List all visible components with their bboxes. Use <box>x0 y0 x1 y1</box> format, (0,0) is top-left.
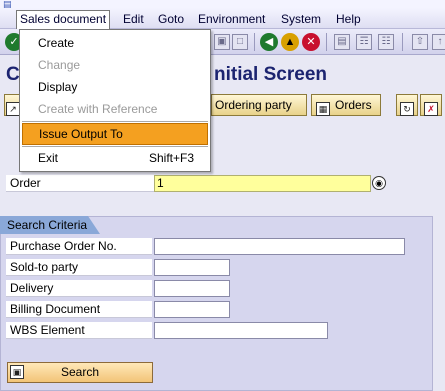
binoculars-icon: ▣ <box>10 365 24 379</box>
delivery-label: Delivery <box>6 280 152 297</box>
search-button[interactable]: ▣ Search <box>7 362 153 383</box>
back-icon[interactable]: ◀ <box>260 33 278 51</box>
search-criteria-title: Search Criteria <box>0 216 100 234</box>
menu-separator <box>22 121 208 122</box>
other-document-button[interactable]: ↻ <box>396 94 418 116</box>
orders-label: Orders <box>335 98 372 112</box>
sales-document-menu: Create Change Display Create with Refere… <box>19 29 211 172</box>
menu-goto[interactable]: Goto <box>158 11 184 27</box>
print-icon[interactable]: ▤ <box>334 34 350 50</box>
sales-icon: ↗ <box>6 102 20 116</box>
menu-goto-label: Goto <box>158 12 185 26</box>
save-icon[interactable]: ▣ <box>214 34 230 50</box>
window-top-strip <box>0 0 445 8</box>
menu-item-create-with-reference-label: Create with Reference <box>38 102 158 116</box>
menu-item-issue-output-to[interactable]: Issue Output To <box>22 123 208 145</box>
toolbar-separator <box>254 33 255 51</box>
menu-item-create-label: Create <box>38 36 75 50</box>
wbs-element-label: WBS Element <box>6 322 152 339</box>
other-document-icon: ↻ <box>400 102 414 116</box>
menu-system-label: System <box>281 12 322 26</box>
toolbar-separator <box>402 33 403 51</box>
purchase-order-label: Purchase Order No. <box>6 238 152 255</box>
sold-to-party-input[interactable] <box>154 259 230 276</box>
menu-item-exit-shortcut: Shift+F3 <box>148 151 194 165</box>
menu-bar: Sales document Edit Goto Environment Sys… <box>0 8 445 29</box>
menu-help[interactable]: Help <box>336 11 361 27</box>
toolbar-separator <box>326 33 327 51</box>
menu-sales-document-label: Sales document <box>20 12 107 26</box>
orders-icon: ▦ <box>316 102 330 116</box>
menu-edit-label: Edit <box>123 12 144 26</box>
delete-icon: ✗ <box>424 102 438 116</box>
search-button-label: Search <box>60 365 100 379</box>
ordering-party-label: Ordering party <box>215 98 292 112</box>
menu-item-exit-label: Exit <box>38 151 59 165</box>
menu-help-label: Help <box>336 12 361 26</box>
delete-button[interactable]: ✗ <box>420 94 442 116</box>
wbs-element-input[interactable] <box>154 322 328 339</box>
find-icon[interactable]: ☶ <box>356 34 372 50</box>
purchase-order-input[interactable] <box>154 238 405 255</box>
sap-window-icon[interactable]: ▤ <box>3 0 15 9</box>
menu-item-display[interactable]: Display <box>22 76 208 98</box>
order-input[interactable]: 1 <box>154 175 371 192</box>
menu-edit[interactable]: Edit <box>123 11 144 27</box>
menu-item-exit[interactable]: Exit Shift+F3 <box>22 147 208 169</box>
exit-icon[interactable]: ▲ <box>281 33 299 51</box>
billing-document-label: Billing Document <box>6 301 152 318</box>
delivery-input[interactable] <box>154 280 230 297</box>
find-next-icon[interactable]: ☷ <box>378 34 394 50</box>
value-help-icon[interactable]: ◉ <box>372 176 386 190</box>
menu-item-change: Change <box>22 54 208 76</box>
page-title: nitial Screen <box>214 64 327 85</box>
orders-button[interactable]: ▦ Orders <box>311 94 381 116</box>
first-page-icon[interactable]: ⇧ <box>412 34 428 50</box>
menu-item-display-label: Display <box>38 80 78 94</box>
ordering-party-button[interactable]: Ordering party <box>211 94 307 116</box>
previous-page-icon[interactable]: ↑ <box>432 34 445 50</box>
order-label: Order <box>6 175 154 192</box>
menu-item-issue-output-to-label: Issue Output To <box>39 127 123 141</box>
menu-environment[interactable]: Environment <box>198 11 265 27</box>
billing-document-input[interactable] <box>154 301 230 318</box>
menu-item-create-with-reference: Create with Reference <box>22 98 208 120</box>
sold-to-party-label: Sold-to party <box>6 259 152 276</box>
save-local-icon[interactable]: □ <box>232 34 248 50</box>
menu-system[interactable]: System <box>281 11 321 27</box>
cancel-icon[interactable]: ✕ <box>302 33 320 51</box>
menu-sales-document[interactable]: Sales document <box>16 10 111 29</box>
menu-item-create[interactable]: Create <box>22 32 208 54</box>
menu-item-change-label: Change <box>38 58 81 72</box>
page-title-prefix: C <box>6 64 20 85</box>
menu-environment-label: Environment <box>198 12 266 26</box>
